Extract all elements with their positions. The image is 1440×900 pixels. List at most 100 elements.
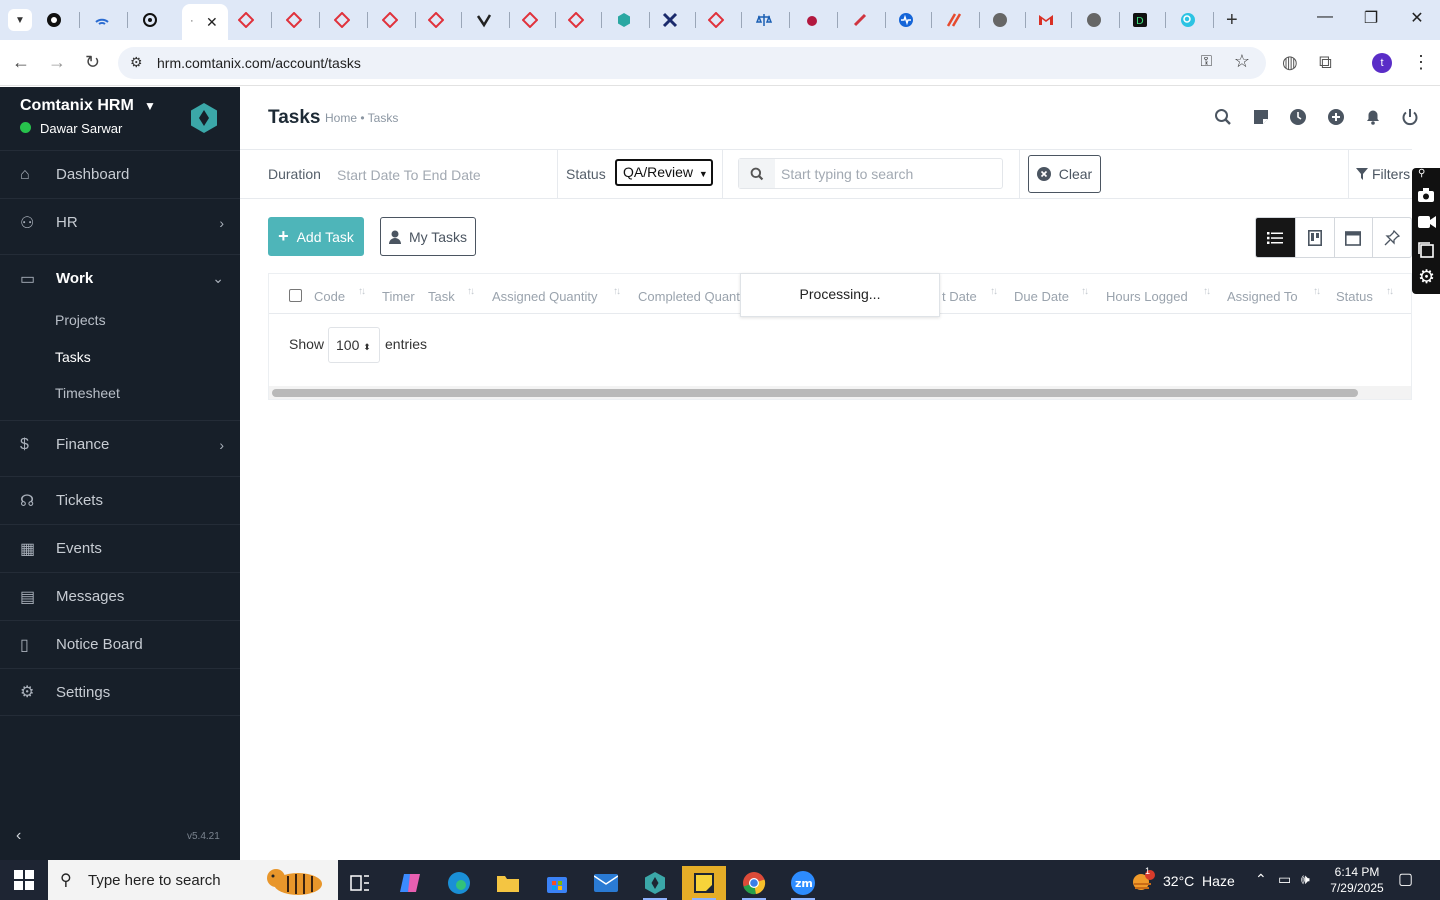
sticky-notes-icon[interactable]: [682, 866, 726, 900]
brand-name[interactable]: Comtanix HRM: [20, 97, 134, 115]
sidebar-subitem-projects[interactable]: Projects: [55, 312, 106, 328]
search-input[interactable]: Start typing to search: [738, 158, 1003, 189]
url-text[interactable]: hrm.comtanix.com/account/tasks: [157, 55, 361, 71]
browser-tab[interactable]: [328, 10, 368, 30]
file-explorer-icon[interactable]: [486, 866, 530, 900]
browser-tab[interactable]: [610, 10, 650, 30]
sidebar-item-tickets[interactable]: ☊ Tickets: [0, 476, 240, 524]
select-all-checkbox[interactable]: [289, 289, 302, 302]
list-view-button[interactable]: [1256, 218, 1295, 257]
notifications-icon[interactable]: ▢: [1398, 869, 1413, 889]
sidebar-item-notice-board[interactable]: ▯ Notice Board: [0, 620, 240, 668]
sort-icon[interactable]: ↑↓: [990, 286, 998, 297]
camera-icon[interactable]: [1418, 188, 1434, 202]
chevron-down-icon[interactable]: ▼: [144, 99, 156, 113]
status-select[interactable]: QA/Review ▼: [615, 159, 713, 186]
zoom-icon[interactable]: zm: [781, 866, 825, 900]
close-window-icon[interactable]: ✕: [1394, 8, 1440, 28]
column-header-completed-quantity[interactable]: Completed Quant: [638, 289, 740, 304]
browser-tab[interactable]: [422, 10, 462, 30]
network-icon[interactable]: ▭: [1278, 871, 1291, 888]
link-icon[interactable]: ⚲: [1418, 168, 1425, 179]
my-tasks-button[interactable]: My Tasks: [380, 217, 476, 256]
column-header-hours-logged[interactable]: Hours Logged: [1106, 289, 1188, 304]
weather-widget[interactable]: 1 32°C Haze: [1131, 866, 1235, 892]
collapse-sidebar-icon[interactable]: ‹: [16, 827, 21, 845]
bell-icon[interactable]: [1364, 108, 1382, 126]
forward-icon[interactable]: →: [48, 52, 66, 73]
browser-tab[interactable]: [1032, 10, 1072, 30]
plus-circle-icon[interactable]: [1327, 108, 1345, 126]
column-header-assigned-quantity[interactable]: Assigned Quantity: [492, 289, 598, 304]
clear-filters-button[interactable]: Clear: [1028, 155, 1101, 193]
browser-tab[interactable]: [562, 10, 602, 30]
sort-icon[interactable]: ↑↓: [1203, 286, 1211, 297]
restore-icon[interactable]: ❐: [1348, 8, 1394, 28]
sort-icon[interactable]: ↑↓: [613, 286, 621, 297]
site-info-icon[interactable]: ⚙: [130, 54, 143, 71]
video-icon[interactable]: [1418, 216, 1436, 228]
browser-tab[interactable]: [136, 10, 176, 30]
back-icon[interactable]: ←: [12, 52, 30, 73]
close-tab-icon[interactable]: ✕: [206, 14, 218, 31]
column-header-status[interactable]: Status: [1336, 289, 1373, 304]
calendar-view-button[interactable]: [1333, 218, 1373, 257]
browser-menu-icon[interactable]: ⋮: [1412, 52, 1430, 73]
clock-icon[interactable]: [1289, 108, 1307, 126]
browser-tab[interactable]: [1174, 10, 1214, 30]
browser-tab[interactable]: [280, 10, 320, 30]
sidebar-item-messages[interactable]: ▤ Messages: [0, 572, 240, 620]
sidebar-subitem-timesheet[interactable]: Timesheet: [55, 385, 120, 401]
windows-start-icon[interactable]: [14, 870, 34, 890]
new-tab-icon[interactable]: +: [1226, 9, 1238, 32]
browser-tab[interactable]: [88, 10, 128, 30]
sidebar-item-settings[interactable]: ⚙ Settings: [0, 668, 240, 716]
sticky-note-icon[interactable]: [1252, 108, 1270, 126]
sort-icon[interactable]: ↑↓: [1313, 286, 1321, 297]
taskbar-search-box[interactable]: ⚲ Type here to search: [48, 860, 338, 900]
browser-tab[interactable]: [892, 10, 932, 30]
search-icon[interactable]: [1214, 108, 1232, 126]
power-icon[interactable]: [1401, 108, 1419, 126]
horizontal-scrollbar[interactable]: [269, 386, 1411, 399]
store-icon[interactable]: [535, 866, 579, 900]
task-view-icon[interactable]: [338, 866, 382, 900]
browser-tab[interactable]: [798, 10, 838, 30]
mail-icon[interactable]: [584, 866, 628, 900]
browser-tab[interactable]: [846, 10, 886, 30]
comtanix-app-icon[interactable]: [633, 866, 677, 900]
profile-avatar[interactable]: t: [1372, 53, 1392, 73]
sidebar-item-work[interactable]: ▭ Work ⌄: [0, 254, 240, 302]
browser-tab[interactable]: [232, 10, 272, 30]
breadcrumb[interactable]: Home • Tasks: [325, 111, 398, 125]
pinned-view-button[interactable]: [1372, 218, 1411, 257]
window-icon[interactable]: [1418, 242, 1434, 258]
tab-search-button[interactable]: ▼: [8, 9, 32, 31]
browser-tab[interactable]: D: [1126, 10, 1166, 30]
sort-icon[interactable]: ↑↓: [1081, 286, 1089, 297]
browser-tab[interactable]: [516, 10, 556, 30]
translate-icon[interactable]: ◍: [1282, 52, 1298, 73]
sidebar-item-finance[interactable]: $ Finance ›: [0, 420, 240, 468]
volume-icon[interactable]: 🕪: [1301, 871, 1310, 888]
column-header-due-date[interactable]: Due Date: [1014, 289, 1069, 304]
browser-tab[interactable]: [40, 10, 80, 30]
sort-icon[interactable]: ↑↓: [467, 286, 475, 297]
bookmark-star-icon[interactable]: ☆: [1234, 51, 1250, 72]
date-range-input[interactable]: Start Date To End Date: [337, 167, 481, 183]
column-header-start-date[interactable]: t Date: [942, 289, 977, 304]
browser-tab[interactable]: [470, 10, 510, 30]
column-header-task[interactable]: Task: [428, 289, 455, 304]
browser-tab[interactable]: [940, 10, 980, 30]
sidebar-item-dashboard[interactable]: ⌂ Dashboard: [0, 150, 240, 198]
scrollbar-thumb[interactable]: [272, 389, 1358, 397]
browser-tab[interactable]: [702, 10, 742, 30]
minimize-icon[interactable]: —: [1302, 8, 1348, 26]
add-task-button[interactable]: + Add Task: [268, 217, 364, 256]
browser-tab[interactable]: [750, 10, 790, 30]
system-clock[interactable]: 6:14 PM 7/29/2025: [1329, 864, 1385, 896]
active-browser-tab[interactable]: · ✕: [182, 4, 228, 40]
chevron-up-icon[interactable]: ⌃: [1255, 871, 1267, 888]
entries-per-page-select[interactable]: 100 ⬍: [328, 327, 380, 363]
sort-icon[interactable]: ↑↓: [1386, 286, 1394, 297]
